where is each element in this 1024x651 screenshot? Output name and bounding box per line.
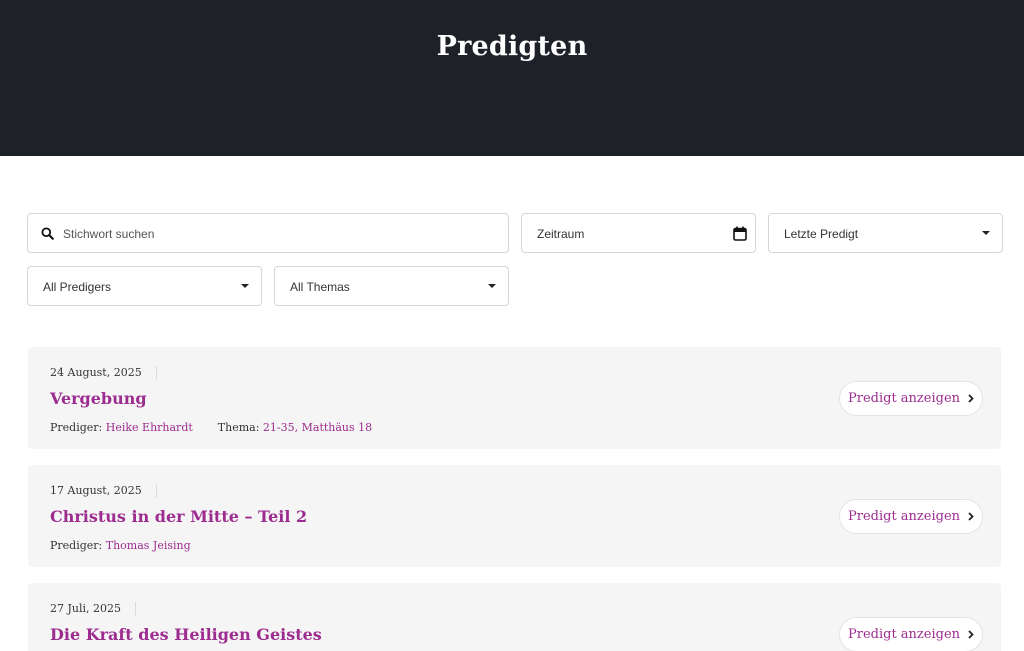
sermon-date: 27 Juli, 2025 [50, 602, 137, 616]
sermon-date: 24 August, 2025 [50, 366, 157, 380]
sermon-title[interactable]: Vergebung [50, 389, 147, 408]
view-sermon-button[interactable]: Predigt anzeigen [839, 617, 983, 651]
sort-label: Letzte Predigt [784, 227, 859, 241]
chevron-right-icon [968, 630, 974, 639]
search-input[interactable]: Stichwort suchen [27, 213, 509, 253]
date-range-field[interactable]: Zeitraum [521, 213, 756, 253]
sermon-meta: Prediger: Thomas Jeising [50, 539, 191, 552]
topic-link[interactable]: 21-35, Matthäus 18 [263, 421, 372, 434]
sermon-date: 17 August, 2025 [50, 484, 157, 498]
topic-select-label: All Themas [290, 280, 350, 294]
chevron-down-icon [982, 231, 990, 235]
preacher-link[interactable]: Thomas Jeising [106, 539, 191, 552]
view-sermon-label: Predigt anzeigen [847, 391, 961, 406]
sermon-card: 27 Juli, 2025 Die Kraft des Heiligen Gei… [28, 583, 1001, 651]
chevron-right-icon [968, 394, 974, 403]
preacher-label: Prediger: [50, 421, 103, 434]
page-header: Predigten [0, 0, 1024, 156]
view-sermon-button[interactable]: Predigt anzeigen [839, 381, 983, 416]
sermon-card: 17 August, 2025 Christus in der Mitte – … [28, 465, 1001, 567]
preacher-select-label: All Predigers [43, 280, 112, 294]
preacher-label: Prediger: [50, 539, 103, 552]
sermon-title[interactable]: Die Kraft des Heiligen Geistes [50, 625, 322, 644]
topic-label: Thema: [217, 421, 260, 434]
search-placeholder: Stichwort suchen [63, 227, 155, 241]
sort-select[interactable]: Letzte Predigt [768, 213, 1003, 253]
sermon-title[interactable]: Christus in der Mitte – Teil 2 [50, 507, 307, 526]
search-icon [41, 227, 54, 240]
preacher-select[interactable]: All Predigers [27, 266, 262, 306]
topic-select[interactable]: All Themas [274, 266, 509, 306]
view-sermon-button[interactable]: Predigt anzeigen [839, 499, 983, 534]
view-sermon-label: Predigt anzeigen [847, 627, 961, 642]
sermon-card: 24 August, 2025 Vergebung Prediger: Heik… [28, 347, 1001, 449]
calendar-icon[interactable] [733, 226, 747, 241]
chevron-down-icon [488, 284, 496, 288]
chevron-down-icon [241, 284, 249, 288]
page-title: Predigten [436, 31, 588, 62]
date-range-label: Zeitraum [537, 227, 585, 241]
preacher-link[interactable]: Heike Ehrhardt [106, 421, 193, 434]
chevron-right-icon [968, 512, 974, 521]
sermon-meta: Prediger: Heike Ehrhardt Thema: 21-35, M… [50, 421, 372, 434]
view-sermon-label: Predigt anzeigen [847, 509, 961, 524]
